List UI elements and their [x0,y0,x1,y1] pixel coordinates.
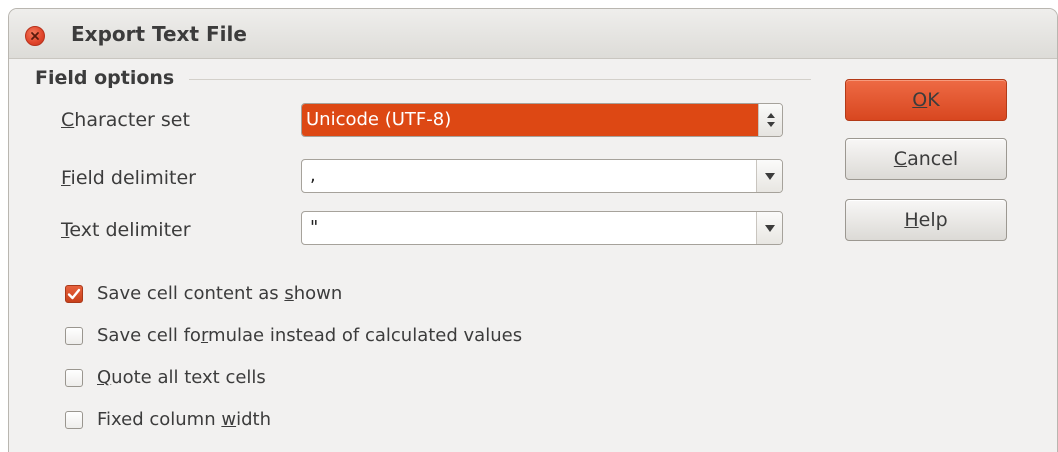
character-set-spin-button[interactable] [758,104,782,136]
checkmark-icon [67,288,81,299]
quote-all-text-checkbox[interactable] [65,368,83,387]
text-delimiter-combo[interactable]: " [301,211,783,245]
spin-arrows-icon [766,113,775,127]
fixed-column-width-option[interactable]: Fixed column width [65,409,271,430]
character-set-label: Character set [61,109,190,131]
close-button[interactable] [25,26,45,46]
label-text: ield delimiter [70,167,196,189]
label-text: ext delimiter [69,219,191,241]
field-options-heading: Field options [35,67,175,89]
export-text-file-dialog: Export Text File Field options Character… [8,8,1058,452]
section-divider [189,79,811,80]
save-as-shown-option[interactable]: Save cell content as shown [65,283,342,304]
text-delimiter-value[interactable]: " [310,212,318,244]
button-label: Help [904,209,948,231]
button-label: OK [912,89,940,111]
label-text: haracter set [74,109,190,131]
save-formulae-checkbox[interactable] [65,326,83,345]
quote-all-text-option[interactable]: Quote all text cells [65,367,266,388]
field-delimiter-value[interactable]: , [310,160,316,192]
help-button[interactable]: Help [845,199,1007,241]
field-delimiter-dropdown-button[interactable] [756,160,782,192]
checkbox-label: Quote all text cells [97,367,266,388]
character-set-spinbox[interactable]: Unicode (UTF-8) [301,103,783,137]
character-set-value[interactable]: Unicode (UTF-8) [302,104,758,136]
field-delimiter-label: Field delimiter [61,167,196,189]
checkbox-label: Fixed column width [97,409,271,430]
text-delimiter-label: Text delimiter [61,219,191,241]
ok-button[interactable]: OK [845,79,1007,121]
checkbox-label: Save cell content as shown [97,283,343,304]
checkbox-label: Save cell formulae instead of calculated… [97,325,523,346]
mnemonic: C [61,109,75,131]
mnemonic: F [61,167,71,189]
fixed-column-width-checkbox[interactable] [65,410,83,429]
close-icon [31,32,39,40]
text-delimiter-dropdown-button[interactable] [756,212,782,244]
title-bar: Export Text File [9,9,1057,59]
save-formulae-option[interactable]: Save cell formulae instead of calculated… [65,325,522,346]
cancel-button[interactable]: Cancel [845,138,1007,180]
chevron-down-icon [764,224,775,232]
button-label: Cancel [893,148,959,170]
chevron-down-icon [764,172,775,180]
save-as-shown-checkbox[interactable] [65,284,83,303]
field-delimiter-combo[interactable]: , [301,159,783,193]
dialog-title: Export Text File [71,22,247,46]
